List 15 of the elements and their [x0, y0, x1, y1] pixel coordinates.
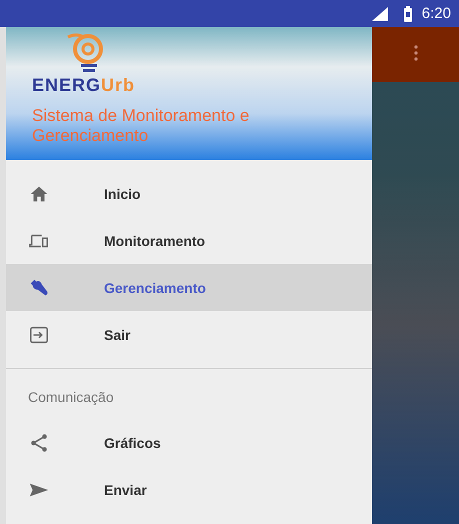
- app-subtitle: Sistema de Monitoramento e Gerenciamento: [32, 106, 250, 146]
- signal-icon: [372, 6, 388, 20]
- logo-wordmark-accent: Urb: [101, 75, 136, 95]
- menu-item[interactable]: Inicio: [6, 170, 372, 217]
- battery-icon: [402, 6, 413, 22]
- share-icon: [28, 432, 50, 454]
- menu-item[interactable]: Enviar: [6, 466, 372, 513]
- menu-item[interactable]: Sair: [6, 311, 372, 358]
- menu-item[interactable]: Gerenciamento: [6, 264, 372, 311]
- status-time: 6:20: [422, 5, 451, 22]
- menu-item[interactable]: Monitoramento: [6, 217, 372, 264]
- section-heading: Comunicação: [27, 388, 115, 407]
- menu-item[interactable]: Gráficos: [6, 419, 372, 466]
- overflow-menu-icon[interactable]: [414, 45, 418, 61]
- logo-wordmark: ENERG: [32, 75, 102, 95]
